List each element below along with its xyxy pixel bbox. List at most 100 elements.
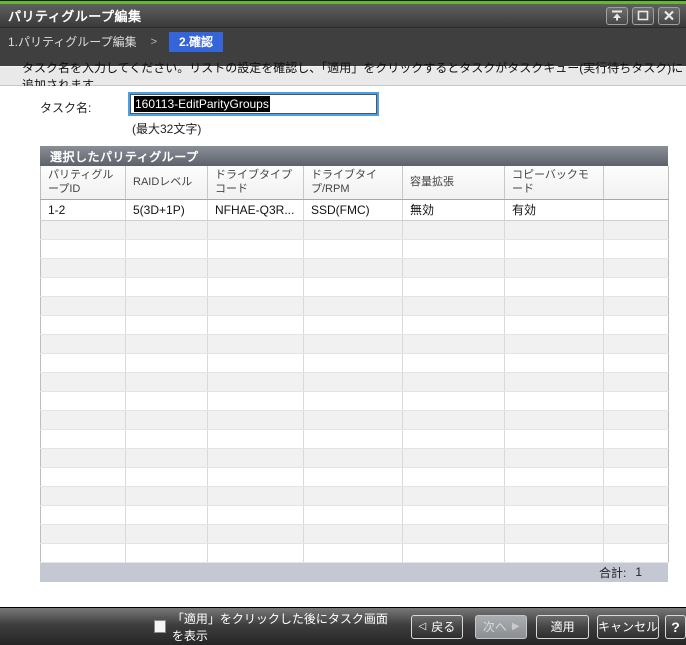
empty-cell: [304, 315, 403, 334]
empty-cell: [41, 410, 126, 429]
empty-cell: [41, 505, 126, 524]
empty-cell: [403, 391, 505, 410]
task-name-label: タスク名:: [40, 99, 91, 116]
empty-cell: [604, 391, 669, 410]
empty-cell: [126, 353, 208, 372]
back-arrow-icon: ◁: [418, 621, 426, 632]
empty-cell: [126, 334, 208, 353]
empty-cell: [403, 467, 505, 486]
empty-cell: [208, 220, 304, 239]
empty-cell: [41, 296, 126, 315]
dialog-title: パリティグループ編集: [8, 6, 602, 25]
empty-cell: [505, 505, 604, 524]
empty-cell: [604, 543, 669, 562]
empty-cell: [41, 334, 126, 353]
empty-cell: [208, 258, 304, 277]
empty-cell: [304, 277, 403, 296]
empty-cell: [41, 543, 126, 562]
rollup-button[interactable]: [606, 7, 628, 25]
empty-cell: [304, 220, 403, 239]
empty-cell: [604, 486, 669, 505]
empty-cell: [403, 505, 505, 524]
empty-row: [41, 220, 669, 239]
empty-cell: [304, 372, 403, 391]
empty-cell: [505, 258, 604, 277]
empty-cell: [403, 486, 505, 505]
empty-cell: [304, 296, 403, 315]
empty-row: [41, 543, 669, 562]
empty-cell: [505, 524, 604, 543]
empty-cell: [403, 543, 505, 562]
empty-cell: [126, 315, 208, 334]
cancel-button[interactable]: キャンセル: [597, 615, 659, 639]
col-header-drive-type-code: ドライブタイプコード: [208, 166, 304, 199]
selected-parity-groups-table: 選択したパリティグループ パリティグループID RAIDレベル ドライブタイプコ…: [40, 146, 668, 582]
col-header-capacity-expansion: 容量拡張: [403, 166, 505, 199]
empty-cell: [604, 372, 669, 391]
empty-cell: [208, 467, 304, 486]
empty-cell: [304, 467, 403, 486]
apply-button[interactable]: 適用: [536, 615, 588, 639]
help-button-label: ?: [671, 619, 680, 635]
total-value: 1: [635, 565, 642, 579]
empty-cell: [208, 410, 304, 429]
empty-row: [41, 277, 669, 296]
back-button[interactable]: ◁ 戻る: [411, 615, 463, 639]
task-name-value: 160113-EditParityGroups: [134, 96, 270, 112]
empty-row: [41, 391, 669, 410]
empty-cell: [304, 239, 403, 258]
empty-cell: [126, 277, 208, 296]
col-header-parity-group-id: パリティグループID: [41, 166, 126, 199]
empty-row: [41, 258, 669, 277]
table-row: 1-2 5(3D+1P) NFHAE-Q3R... SSD(FMC) 無効 有効: [41, 199, 669, 220]
close-button[interactable]: [658, 7, 680, 25]
maximize-icon: [637, 10, 649, 21]
empty-cell: [403, 524, 505, 543]
empty-cell: [403, 258, 505, 277]
empty-cell: [126, 524, 208, 543]
empty-cell: [126, 296, 208, 315]
empty-row: [41, 315, 669, 334]
breadcrumb-separator: >: [151, 36, 157, 48]
empty-cell: [41, 524, 126, 543]
empty-cell: [403, 410, 505, 429]
apply-button-label: 適用: [551, 618, 575, 635]
breadcrumb-step-1: 1.パリティグループ編集: [8, 33, 137, 50]
table-title: 選択したパリティグループ: [40, 146, 668, 166]
empty-cell: [208, 372, 304, 391]
empty-cell: [403, 334, 505, 353]
help-button[interactable]: ?: [665, 615, 686, 639]
action-bar: 「適用」をクリックした後にタスク画面を表示 ◁ 戻る 次へ ▶ 適用 キャンセル…: [0, 607, 686, 645]
empty-cell: [208, 524, 304, 543]
empty-cell: [604, 353, 669, 372]
empty-cell: [403, 315, 505, 334]
show-task-screen-checkbox[interactable]: [154, 620, 166, 633]
empty-cell: [505, 296, 604, 315]
empty-row: [41, 486, 669, 505]
title-bar: パリティグループ編集: [0, 4, 686, 28]
empty-cell: [604, 448, 669, 467]
empty-cell: [304, 524, 403, 543]
empty-cell: [505, 543, 604, 562]
maximize-button[interactable]: [632, 7, 654, 25]
empty-cell: [126, 429, 208, 448]
empty-cell: [208, 486, 304, 505]
cell-parity-group-id: 1-2: [41, 199, 126, 220]
empty-row: [41, 429, 669, 448]
task-name-input[interactable]: 160113-EditParityGroups: [130, 94, 377, 114]
empty-cell: [604, 220, 669, 239]
empty-cell: [403, 429, 505, 448]
empty-cell: [604, 410, 669, 429]
empty-cell: [208, 239, 304, 258]
empty-cell: [505, 391, 604, 410]
empty-cell: [126, 391, 208, 410]
empty-cell: [304, 353, 403, 372]
empty-cell: [604, 315, 669, 334]
empty-cell: [208, 315, 304, 334]
empty-cell: [604, 467, 669, 486]
empty-cell: [604, 334, 669, 353]
empty-cell: [41, 486, 126, 505]
empty-cell: [304, 410, 403, 429]
empty-cell: [505, 239, 604, 258]
empty-cell: [604, 296, 669, 315]
